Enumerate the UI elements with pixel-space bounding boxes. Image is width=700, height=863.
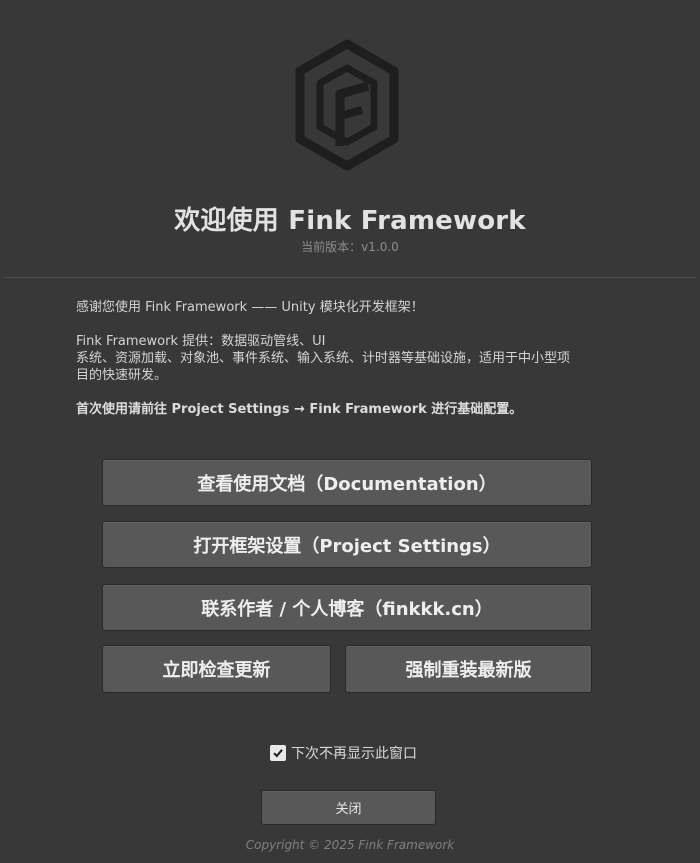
close-button[interactable]: 关闭 bbox=[261, 790, 436, 825]
dont-show-again-row[interactable]: 下次不再显示此窗口 bbox=[270, 744, 417, 762]
features-line-3: 目的快速研发。 bbox=[76, 368, 168, 383]
documentation-button[interactable]: 查看使用文档（Documentation） bbox=[102, 459, 592, 506]
project-settings-button[interactable]: 打开框架设置（Project Settings） bbox=[102, 521, 592, 568]
fink-logo-icon bbox=[295, 39, 399, 171]
dont-show-again-checkbox[interactable] bbox=[270, 745, 286, 761]
check-update-button[interactable]: 立即检查更新 bbox=[102, 645, 331, 693]
header-divider bbox=[4, 277, 696, 278]
features-text: Fink Framework 提供：数据驱动管线、UI 系统、资源加载、对象池、… bbox=[76, 333, 616, 384]
setup-hint-line: 首次使用请前往 Project Settings → Fink Framewor… bbox=[76, 402, 523, 417]
welcome-window: 欢迎使用 Fink Framework 当前版本：v1.0.0 感谢您使用 Fi… bbox=[0, 0, 700, 863]
intro-text: 感谢您使用 Fink Framework —— Unity 模块化开发框架！ bbox=[76, 299, 616, 316]
copyright-text: Copyright © 2025 Fink Framework bbox=[245, 838, 455, 852]
setup-hint-text: 首次使用请前往 Project Settings → Fink Framewor… bbox=[76, 401, 616, 418]
features-line-1: Fink Framework 提供：数据驱动管线、UI bbox=[76, 334, 326, 349]
checkmark-icon bbox=[273, 749, 283, 758]
dont-show-again-label: 下次不再显示此窗口 bbox=[291, 746, 417, 762]
intro-line: 感谢您使用 Fink Framework —— Unity 模块化开发框架！ bbox=[76, 300, 424, 315]
welcome-title: 欢迎使用 Fink Framework bbox=[174, 206, 526, 236]
contact-author-button[interactable]: 联系作者 / 个人博客（finkkk.cn） bbox=[102, 584, 592, 631]
features-line-2: 系统、资源加载、对象池、事件系统、输入系统、计时器等基础设施，适用于中小型项 bbox=[76, 351, 571, 366]
force-reinstall-button[interactable]: 强制重装最新版 bbox=[345, 645, 592, 693]
version-label: 当前版本：v1.0.0 bbox=[301, 240, 399, 254]
